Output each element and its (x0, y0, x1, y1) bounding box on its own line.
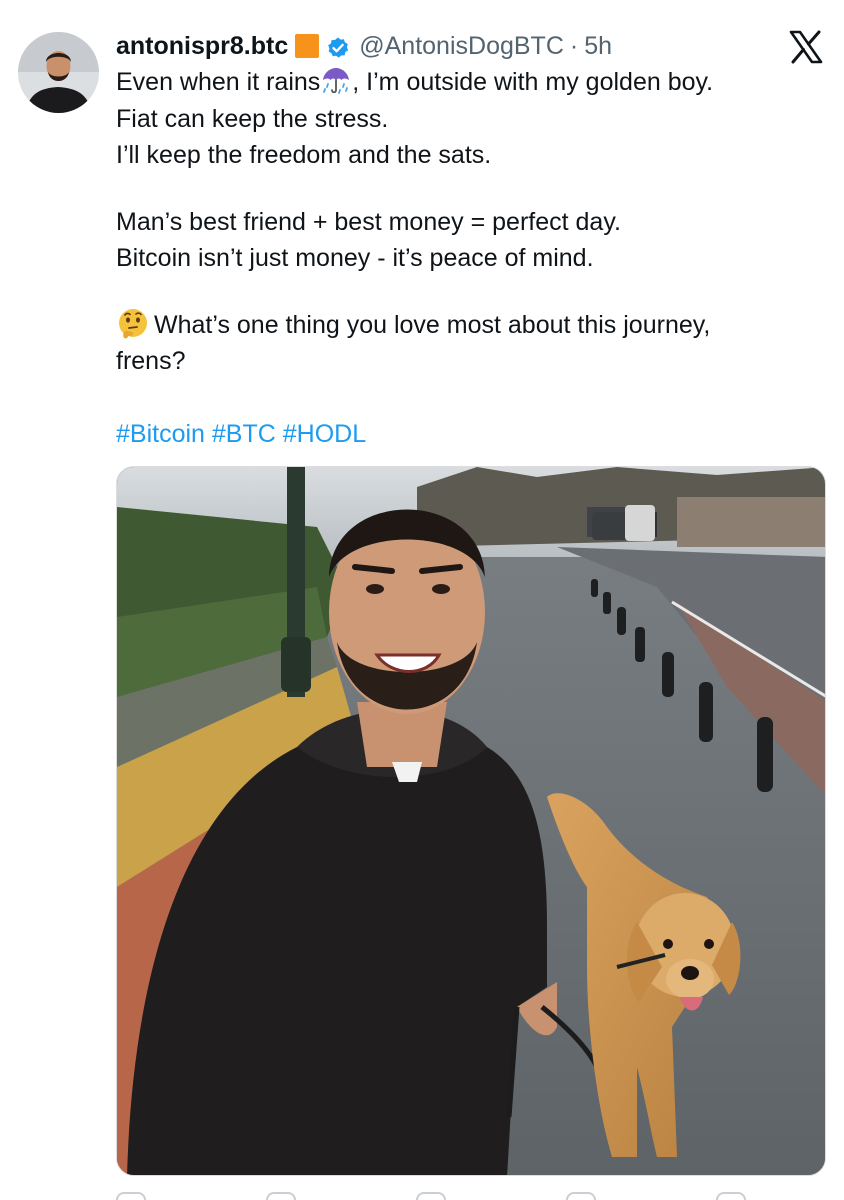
thinking-face-icon (116, 308, 150, 340)
text-line: Bitcoin isn’t just money - it’s peace of… (116, 244, 594, 272)
repost-icon[interactable] (266, 1192, 296, 1200)
tweet-action-bar (116, 1186, 826, 1200)
avatar[interactable] (18, 32, 99, 113)
reply-icon[interactable] (116, 1192, 146, 1200)
display-name[interactable]: antonispr8.btc (116, 28, 288, 64)
selfie-with-golden-retriever-photo (117, 467, 825, 1175)
tweet-card[interactable]: antonispr8.btc @AntonisDogBTC · 5h Even … (0, 0, 844, 1200)
hashtag-link[interactable]: #HODL (283, 420, 366, 448)
bookmark-icon[interactable] (716, 1192, 746, 1200)
tweet-header: antonispr8.btc @AntonisDogBTC · 5h (116, 28, 612, 64)
text-line: Man’s best friend + best money = perfect… (116, 207, 621, 236)
header-separator: · (569, 32, 579, 60)
like-icon[interactable] (416, 1192, 446, 1200)
tweet-text: Even when it rains , I’m outside with my… (116, 64, 826, 380)
post-timestamp[interactable]: 5h (584, 28, 612, 64)
verified-badge-icon (326, 34, 350, 58)
text-fragment: What’s one thing you love most about thi… (154, 310, 711, 339)
views-icon[interactable] (566, 1192, 596, 1200)
hashtag-row: #Bitcoin #BTC #HODL (116, 416, 366, 452)
text-fragment: Even when it rains (116, 68, 321, 96)
text-line: Even when it rains , I’m outside with my… (116, 64, 826, 101)
hashtag-link[interactable]: #Bitcoin (116, 420, 205, 448)
text-line: frens? (116, 347, 186, 375)
tweet-photo[interactable] (116, 466, 826, 1176)
hashtag-link[interactable]: #BTC (212, 420, 276, 448)
text-line: I’ll keep the freedom and the sats. (116, 141, 492, 169)
umbrella-rain-icon (320, 66, 352, 96)
bitcoin-badge-icon (295, 34, 320, 58)
text-line: What’s one thing you love most about thi… (116, 307, 826, 344)
x-logo-icon[interactable] (788, 30, 824, 64)
user-handle[interactable]: @AntonisDogBTC (359, 28, 564, 64)
text-fragment: , I’m outside with my golden boy. (352, 68, 714, 96)
text-line: Fiat can keep the stress. (116, 104, 389, 133)
